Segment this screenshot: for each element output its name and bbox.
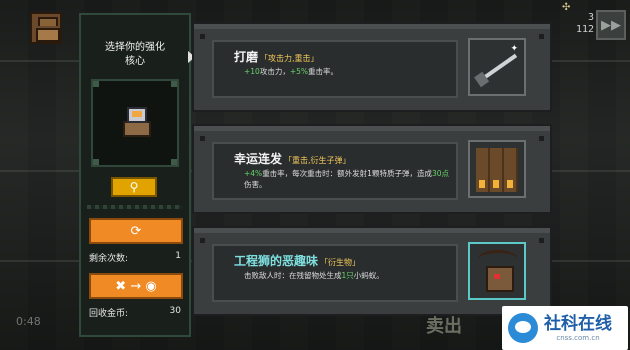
sell-core-icon: ✖ → ◉ bbox=[115, 278, 157, 294]
watermark-url: cnss.com.cn bbox=[556, 334, 600, 342]
hud-numbers: 3 112 bbox=[570, 12, 594, 36]
card-text-box: 幸运连发 「重击,衍生子弹」 +4%重击率，每次重击时：额外发射1颗特质子弹，造成… bbox=[212, 142, 458, 200]
card-description: +10攻击力，+5%重击率。 bbox=[244, 67, 339, 76]
watermark-logo-icon bbox=[508, 313, 538, 343]
ant-monster-icon bbox=[468, 242, 526, 300]
card-title: 工程狮的恶趣味 「衍生物」 bbox=[234, 254, 361, 268]
sell-core-button[interactable]: ✖ → ◉ bbox=[89, 273, 183, 299]
core-select-panel: 选择你的强化 核心 ⚲ ⟳ 剩余次数: 1 ✖ → ◉ 回收金币: 30 bbox=[79, 13, 195, 337]
card-title: 打磨 「攻击力,重击」 bbox=[234, 50, 319, 64]
refresh-button[interactable]: ⟳ bbox=[89, 218, 183, 244]
hud-count: 112 bbox=[575, 24, 594, 35]
recycle-row: 回收金币: 30 bbox=[89, 306, 181, 319]
core-item-icon bbox=[123, 107, 151, 139]
watermark-title: 社科在线 bbox=[544, 314, 612, 334]
fast-forward-button[interactable]: ▶▶ bbox=[596, 10, 626, 40]
card-description: 击败敌人时：在残留物处生成1只小蚂蚁。 bbox=[244, 271, 384, 280]
fast-forward-icon: ▶▶ bbox=[601, 17, 621, 33]
top-hud: ✣ 3 112 ▶▶ bbox=[562, 2, 626, 46]
timer-text: 0:48 bbox=[16, 315, 41, 328]
magnifier-icon: ⚲ bbox=[129, 180, 139, 194]
upgrade-card-grinding[interactable]: 打磨 「攻击力,重击」 +10攻击力，+5%重击率。 ✦ bbox=[192, 22, 552, 112]
sword-icon: ✦ bbox=[468, 38, 526, 96]
inspect-button[interactable]: ⚲ bbox=[111, 177, 157, 197]
recycle-value: 30 bbox=[169, 306, 181, 316]
panel-title: 选择你的强化 核心 bbox=[105, 42, 165, 67]
card-text-box: 工程狮的恶趣味 「衍生物」 击败敌人时：在残留物处生成1只小蚂蚁。 bbox=[212, 244, 458, 302]
core-slot[interactable] bbox=[91, 79, 179, 167]
card-tag: 「衍生物」 bbox=[320, 258, 361, 267]
card-title: 幸运连发 「重击,衍生子弹」 bbox=[234, 152, 351, 166]
card-text-box: 打磨 「攻击力,重击」 +10攻击力，+5%重击率。 bbox=[212, 40, 458, 98]
upgrade-card-engineer-prank[interactable]: 工程狮的恶趣味 「衍生物」 击败敌人时：在残留物处生成1只小蚂蚁。 bbox=[192, 226, 552, 316]
refresh-count-row: 剩余次数: 1 bbox=[89, 251, 181, 264]
backpack-icon[interactable] bbox=[30, 12, 62, 44]
divider bbox=[87, 205, 183, 209]
card-tag: 「重击,衍生子弹」 bbox=[284, 156, 351, 165]
bullets-icon bbox=[468, 140, 526, 198]
watermark: 社科在线 cnss.com.cn bbox=[502, 306, 628, 350]
refresh-count-label: 剩余次数: bbox=[89, 254, 129, 264]
upgrade-card-lucky-burst[interactable]: 幸运连发 「重击,衍生子弹」 +4%重击率，每次重击时：额外发射1颗特质子弹，造成… bbox=[192, 124, 552, 214]
hud-top-value: 3 bbox=[587, 12, 594, 23]
recycle-label: 回收金币: bbox=[89, 309, 129, 319]
card-tag: 「攻击力,重击」 bbox=[260, 54, 319, 63]
card-description: +4%重击率，每次重击时：额外发射1颗特质子弹，造成30点伤害。 bbox=[244, 169, 450, 189]
refresh-count-value: 1 bbox=[175, 251, 181, 261]
refresh-icon: ⟳ bbox=[130, 223, 142, 239]
